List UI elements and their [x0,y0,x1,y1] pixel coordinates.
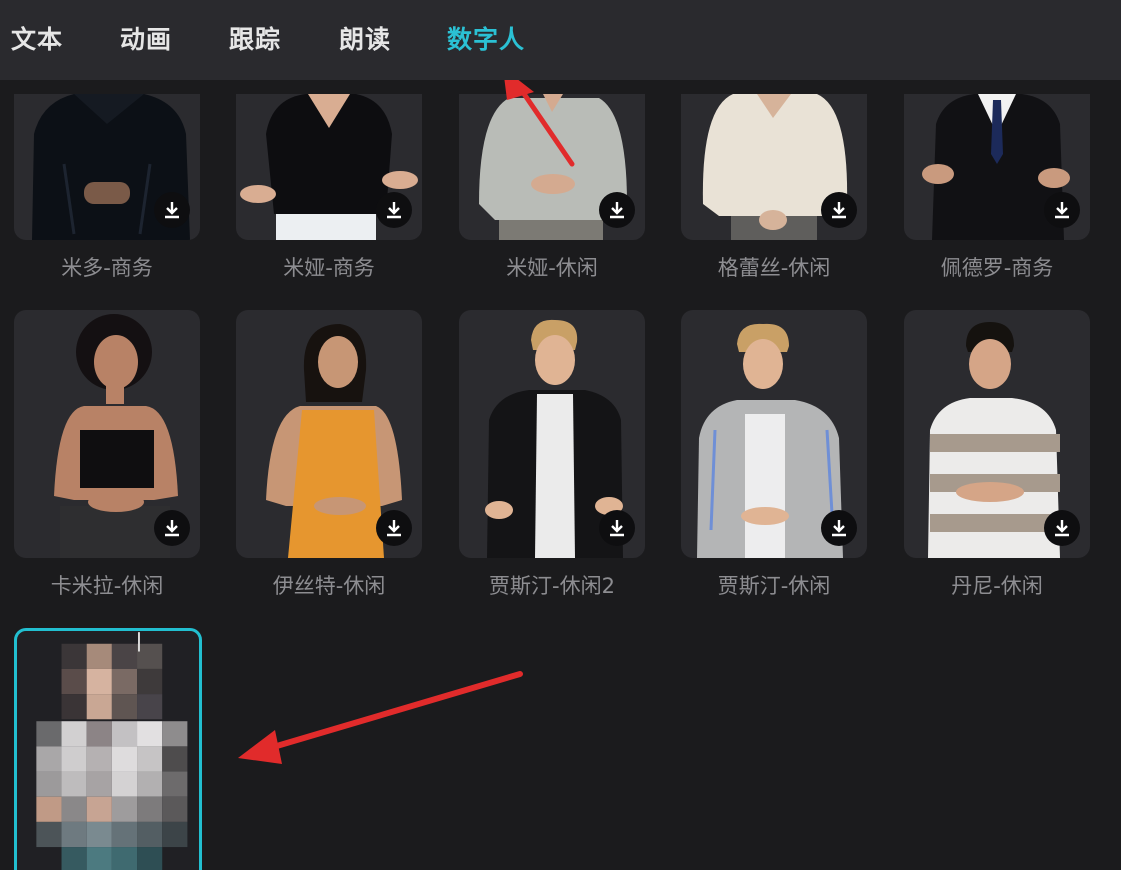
tab-animation[interactable]: 动画 [120,20,172,56]
avatar-name: 伊丝特-休闲 [272,574,386,598]
avatar-card-mido-business[interactable] [14,94,200,240]
tab-text[interactable]: 文本 [11,20,63,56]
download-icon [387,520,401,537]
avatar-card-grace-casual[interactable] [681,94,867,240]
avatar-name: 贾斯汀-休闲 [717,574,831,598]
avatar-name: 丹尼-休闲 [951,574,1043,598]
avatar-grid: 米多-商务 米娅-商务 米娅-休闲 格蕾丝-休闲 佩德罗-商务 卡米拉-休闲 伊… [0,80,1121,870]
avatar-name: 贾斯汀-休闲2 [489,574,615,598]
avatar-name: 格蕾丝-休闲 [717,256,831,280]
avatar-card-pedro-business[interactable] [904,94,1090,240]
avatar-card-camila-casual[interactable] [14,310,200,558]
avatar-card-esther-casual[interactable] [236,310,422,558]
tab-digital-human[interactable]: 数字人 [447,20,525,56]
avatar-card-danny-casual[interactable] [904,310,1090,558]
download-icon [832,520,846,537]
download-icon [165,520,179,537]
download-icon [1055,520,1069,537]
pixelated-avatar-image [36,632,188,870]
tab-tracking[interactable]: 跟踪 [229,20,281,56]
avatar-card-mia-casual[interactable] [459,94,645,240]
download-icon [832,202,846,219]
download-button[interactable] [1044,192,1080,228]
download-icon [165,202,179,219]
download-button[interactable] [821,510,857,546]
avatar-card-mia-business[interactable] [236,94,422,240]
avatar-name: 佩德罗-商务 [940,256,1054,280]
avatar-name: 米多-商务 [61,256,153,280]
download-icon [610,202,624,219]
download-button[interactable] [599,192,635,228]
download-icon [387,202,401,219]
download-icon [610,520,624,537]
download-button[interactable] [1044,510,1080,546]
download-button[interactable] [599,510,635,546]
tab-bar: 文本 动画 跟踪 朗读 数字人 [0,0,1121,80]
avatar-card-custom-selected[interactable] [14,628,202,870]
download-button[interactable] [376,192,412,228]
avatar-card-justin-casual[interactable] [681,310,867,558]
tab-read-aloud[interactable]: 朗读 [339,20,391,56]
avatar-name: 卡米拉-休闲 [50,574,164,598]
download-button[interactable] [821,192,857,228]
download-icon [1055,202,1069,219]
download-button[interactable] [154,192,190,228]
avatar-name: 米娅-休闲 [506,256,598,280]
avatar-name: 米娅-商务 [283,256,375,280]
avatar-card-justin-casual2[interactable] [459,310,645,558]
download-button[interactable] [154,510,190,546]
download-button[interactable] [376,510,412,546]
